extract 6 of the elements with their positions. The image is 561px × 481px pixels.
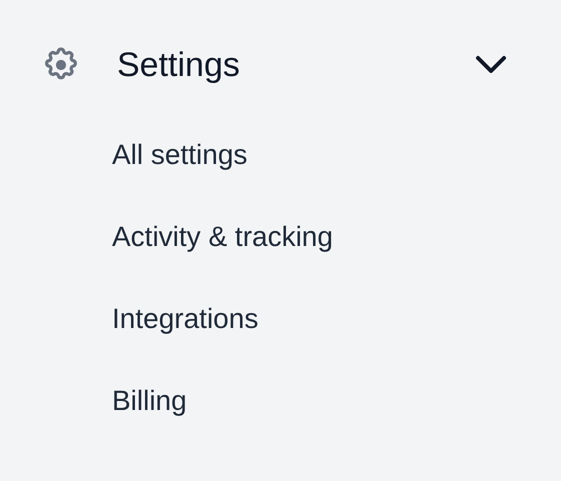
settings-header[interactable]: Settings bbox=[0, 46, 507, 84]
settings-link[interactable]: Billing bbox=[112, 383, 187, 419]
settings-link[interactable]: All settings bbox=[112, 137, 248, 173]
settings-link[interactable]: Activity & tracking bbox=[112, 219, 333, 255]
section-title: Settings bbox=[117, 46, 241, 84]
settings-link[interactable]: Integrations bbox=[112, 301, 258, 337]
